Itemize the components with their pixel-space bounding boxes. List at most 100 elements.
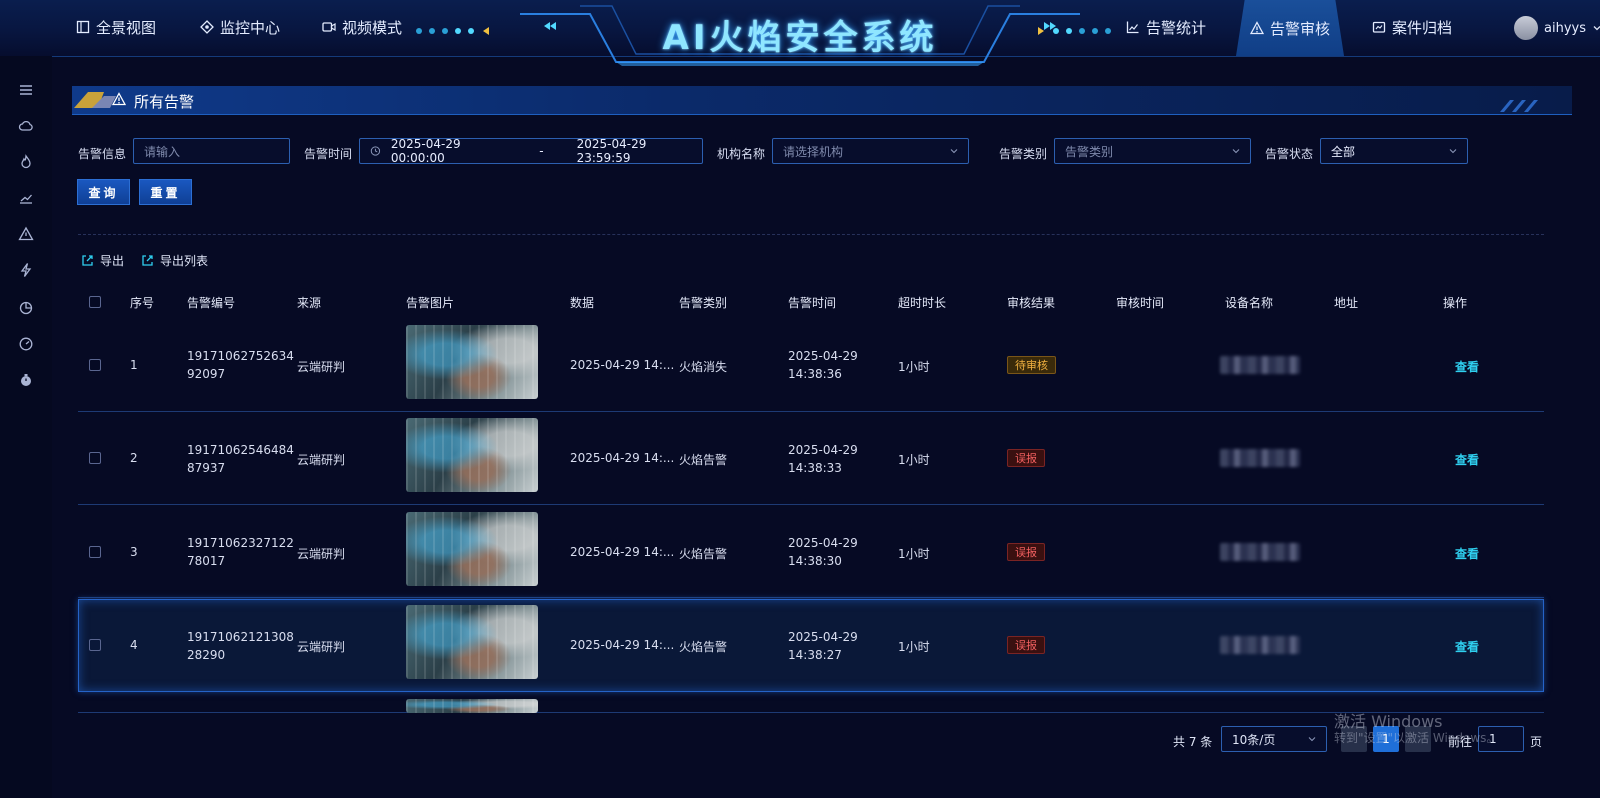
column-header: 地址 <box>1334 296 1359 310</box>
avatar <box>1514 16 1538 40</box>
selected-value: 全部 <box>1331 144 1356 159</box>
alarm-image[interactable] <box>406 325 538 399</box>
nav-panorama-view[interactable]: 全景视图 <box>76 12 156 42</box>
trend-icon[interactable] <box>18 190 34 206</box>
nav-alarm-statistics[interactable]: 告警统计 <box>1126 12 1206 42</box>
alarm-type: 火焰告警 <box>679 547 728 561</box>
status-badge: 误报 <box>1007 449 1045 467</box>
nav-video-mode[interactable]: 视频模式 <box>322 12 402 42</box>
alarm-image[interactable] <box>406 512 538 586</box>
alarm-data: 2025-04-29 14:... <box>570 451 675 465</box>
alarm-type-select[interactable]: 告警类别 <box>1054 138 1251 164</box>
section-stripes <box>1500 100 1538 112</box>
timeout-duration: 1小时 <box>898 640 930 654</box>
column-header: 数据 <box>570 296 595 310</box>
header-decoration-left <box>416 26 491 36</box>
flame-icon[interactable] <box>18 154 34 170</box>
row-index: 3 <box>130 545 138 559</box>
view-link[interactable]: 查看 <box>1455 545 1479 562</box>
alarm-code: 19171062546484 87937 <box>187 443 294 475</box>
cloud-icon[interactable] <box>18 118 34 134</box>
alarm-type: 火焰告警 <box>679 453 728 467</box>
row-checkbox[interactable] <box>89 546 101 558</box>
page-size-value: 10条/页 <box>1232 732 1276 747</box>
monitor-icon <box>200 20 214 34</box>
chevron-down-icon <box>950 149 958 154</box>
alarm-time-range-picker[interactable]: 2025-04-29 00:00:00 - 2025-04-29 23:59:5… <box>359 137 703 165</box>
section-title: 所有告警 <box>134 93 195 111</box>
nav-case-archive[interactable]: 案件归档 <box>1372 12 1452 42</box>
alarm-info-label: 告警信息 <box>78 147 127 161</box>
dashboard-icon[interactable] <box>18 336 34 352</box>
placeholder-text: 请输入 <box>144 144 181 159</box>
alert-icon[interactable] <box>18 226 34 242</box>
row-checkbox[interactable] <box>89 359 101 371</box>
status-badge: 误报 <box>1007 636 1045 654</box>
alarm-info-input[interactable]: 请输入 <box>133 138 290 164</box>
alarm-data: 2025-04-29 14:... <box>570 638 675 652</box>
row-checkbox[interactable] <box>89 452 101 464</box>
alarm-type: 火焰告警 <box>679 640 728 654</box>
alarm-time-label: 告警时间 <box>304 147 353 161</box>
org-select[interactable]: 请选择机构 <box>772 138 969 164</box>
column-header: 操作 <box>1443 296 1468 310</box>
device-name-redacted <box>1220 543 1300 561</box>
alarm-image[interactable] <box>406 418 538 492</box>
status-badge: 误报 <box>1007 543 1045 561</box>
column-header: 告警类别 <box>679 296 728 310</box>
view-link[interactable]: 查看 <box>1455 451 1479 468</box>
chevron-down-icon <box>1449 149 1457 154</box>
pie-chart-icon[interactable] <box>18 300 34 316</box>
row-checkbox[interactable] <box>89 639 101 651</box>
select-all-checkbox[interactable] <box>89 296 101 308</box>
alarm-time: 2025-04-29 14:38:33 <box>788 443 858 475</box>
chevron-down-icon <box>1593 26 1600 31</box>
export-list-button[interactable]: 导出列表 <box>141 252 208 268</box>
clock-icon <box>370 146 381 156</box>
alarm-type-label: 告警类别 <box>999 147 1048 161</box>
row-index: 2 <box>130 451 138 465</box>
chevron-down-icon <box>1232 149 1240 154</box>
lightning-icon[interactable] <box>18 262 34 278</box>
export-icon <box>142 254 153 266</box>
windows-activation-hint: 转到"设置"以激活 Windows。 <box>1334 731 1499 745</box>
alarm-data: 2025-04-29 14:... <box>570 545 675 559</box>
alarm-code: 19171062752634 92097 <box>187 349 294 381</box>
warning-icon <box>112 92 126 106</box>
app-title: AI火焰安全系统 <box>662 18 938 58</box>
page-size-select[interactable]: 10条/页 <box>1221 726 1327 752</box>
chevron-down-icon <box>1308 737 1316 742</box>
alarm-type: 火焰消失 <box>679 360 728 374</box>
page-unit: 页 <box>1530 735 1543 749</box>
device-name-redacted <box>1220 356 1300 374</box>
export-button[interactable]: 导出 <box>81 252 124 268</box>
view-link[interactable]: 查看 <box>1455 638 1479 655</box>
alarm-code: 19171062327122 78017 <box>187 536 294 568</box>
column-header: 告警图片 <box>406 296 455 310</box>
row-index: 1 <box>130 358 138 372</box>
alarm-time: 2025-04-29 14:38:27 <box>788 630 858 662</box>
nav-alarm-review[interactable]: 告警审核 <box>1236 0 1345 56</box>
nav-monitor-center[interactable]: 监控中心 <box>200 12 280 42</box>
placeholder-text: 告警类别 <box>1065 144 1114 159</box>
alarm-status-select[interactable]: 全部 <box>1320 138 1468 164</box>
query-button[interactable]: 查询 <box>77 179 130 205</box>
view-link[interactable]: 查看 <box>1455 358 1479 375</box>
timer-icon[interactable] <box>18 372 34 388</box>
alarm-time: 2025-04-29 14:38:30 <box>788 536 858 568</box>
time-separator: - <box>539 144 544 158</box>
column-header: 审核结果 <box>1007 296 1056 310</box>
nav-label: 监控中心 <box>220 18 281 37</box>
device-name-redacted <box>1220 636 1300 654</box>
org-name-label: 机构名称 <box>717 147 766 161</box>
export-list-label: 导出列表 <box>160 253 209 268</box>
alarm-image[interactable] <box>406 605 538 679</box>
row-index: 4 <box>130 638 138 652</box>
column-header: 超时时长 <box>898 296 947 310</box>
menu-toggle-icon[interactable] <box>18 82 34 98</box>
status-badge: 待审核 <box>1007 356 1056 374</box>
reset-button[interactable]: 重置 <box>139 179 192 205</box>
alarm-image-partial[interactable] <box>406 699 538 713</box>
column-header: 告警编号 <box>187 296 236 310</box>
user-menu[interactable]: aihyys <box>1514 14 1600 42</box>
